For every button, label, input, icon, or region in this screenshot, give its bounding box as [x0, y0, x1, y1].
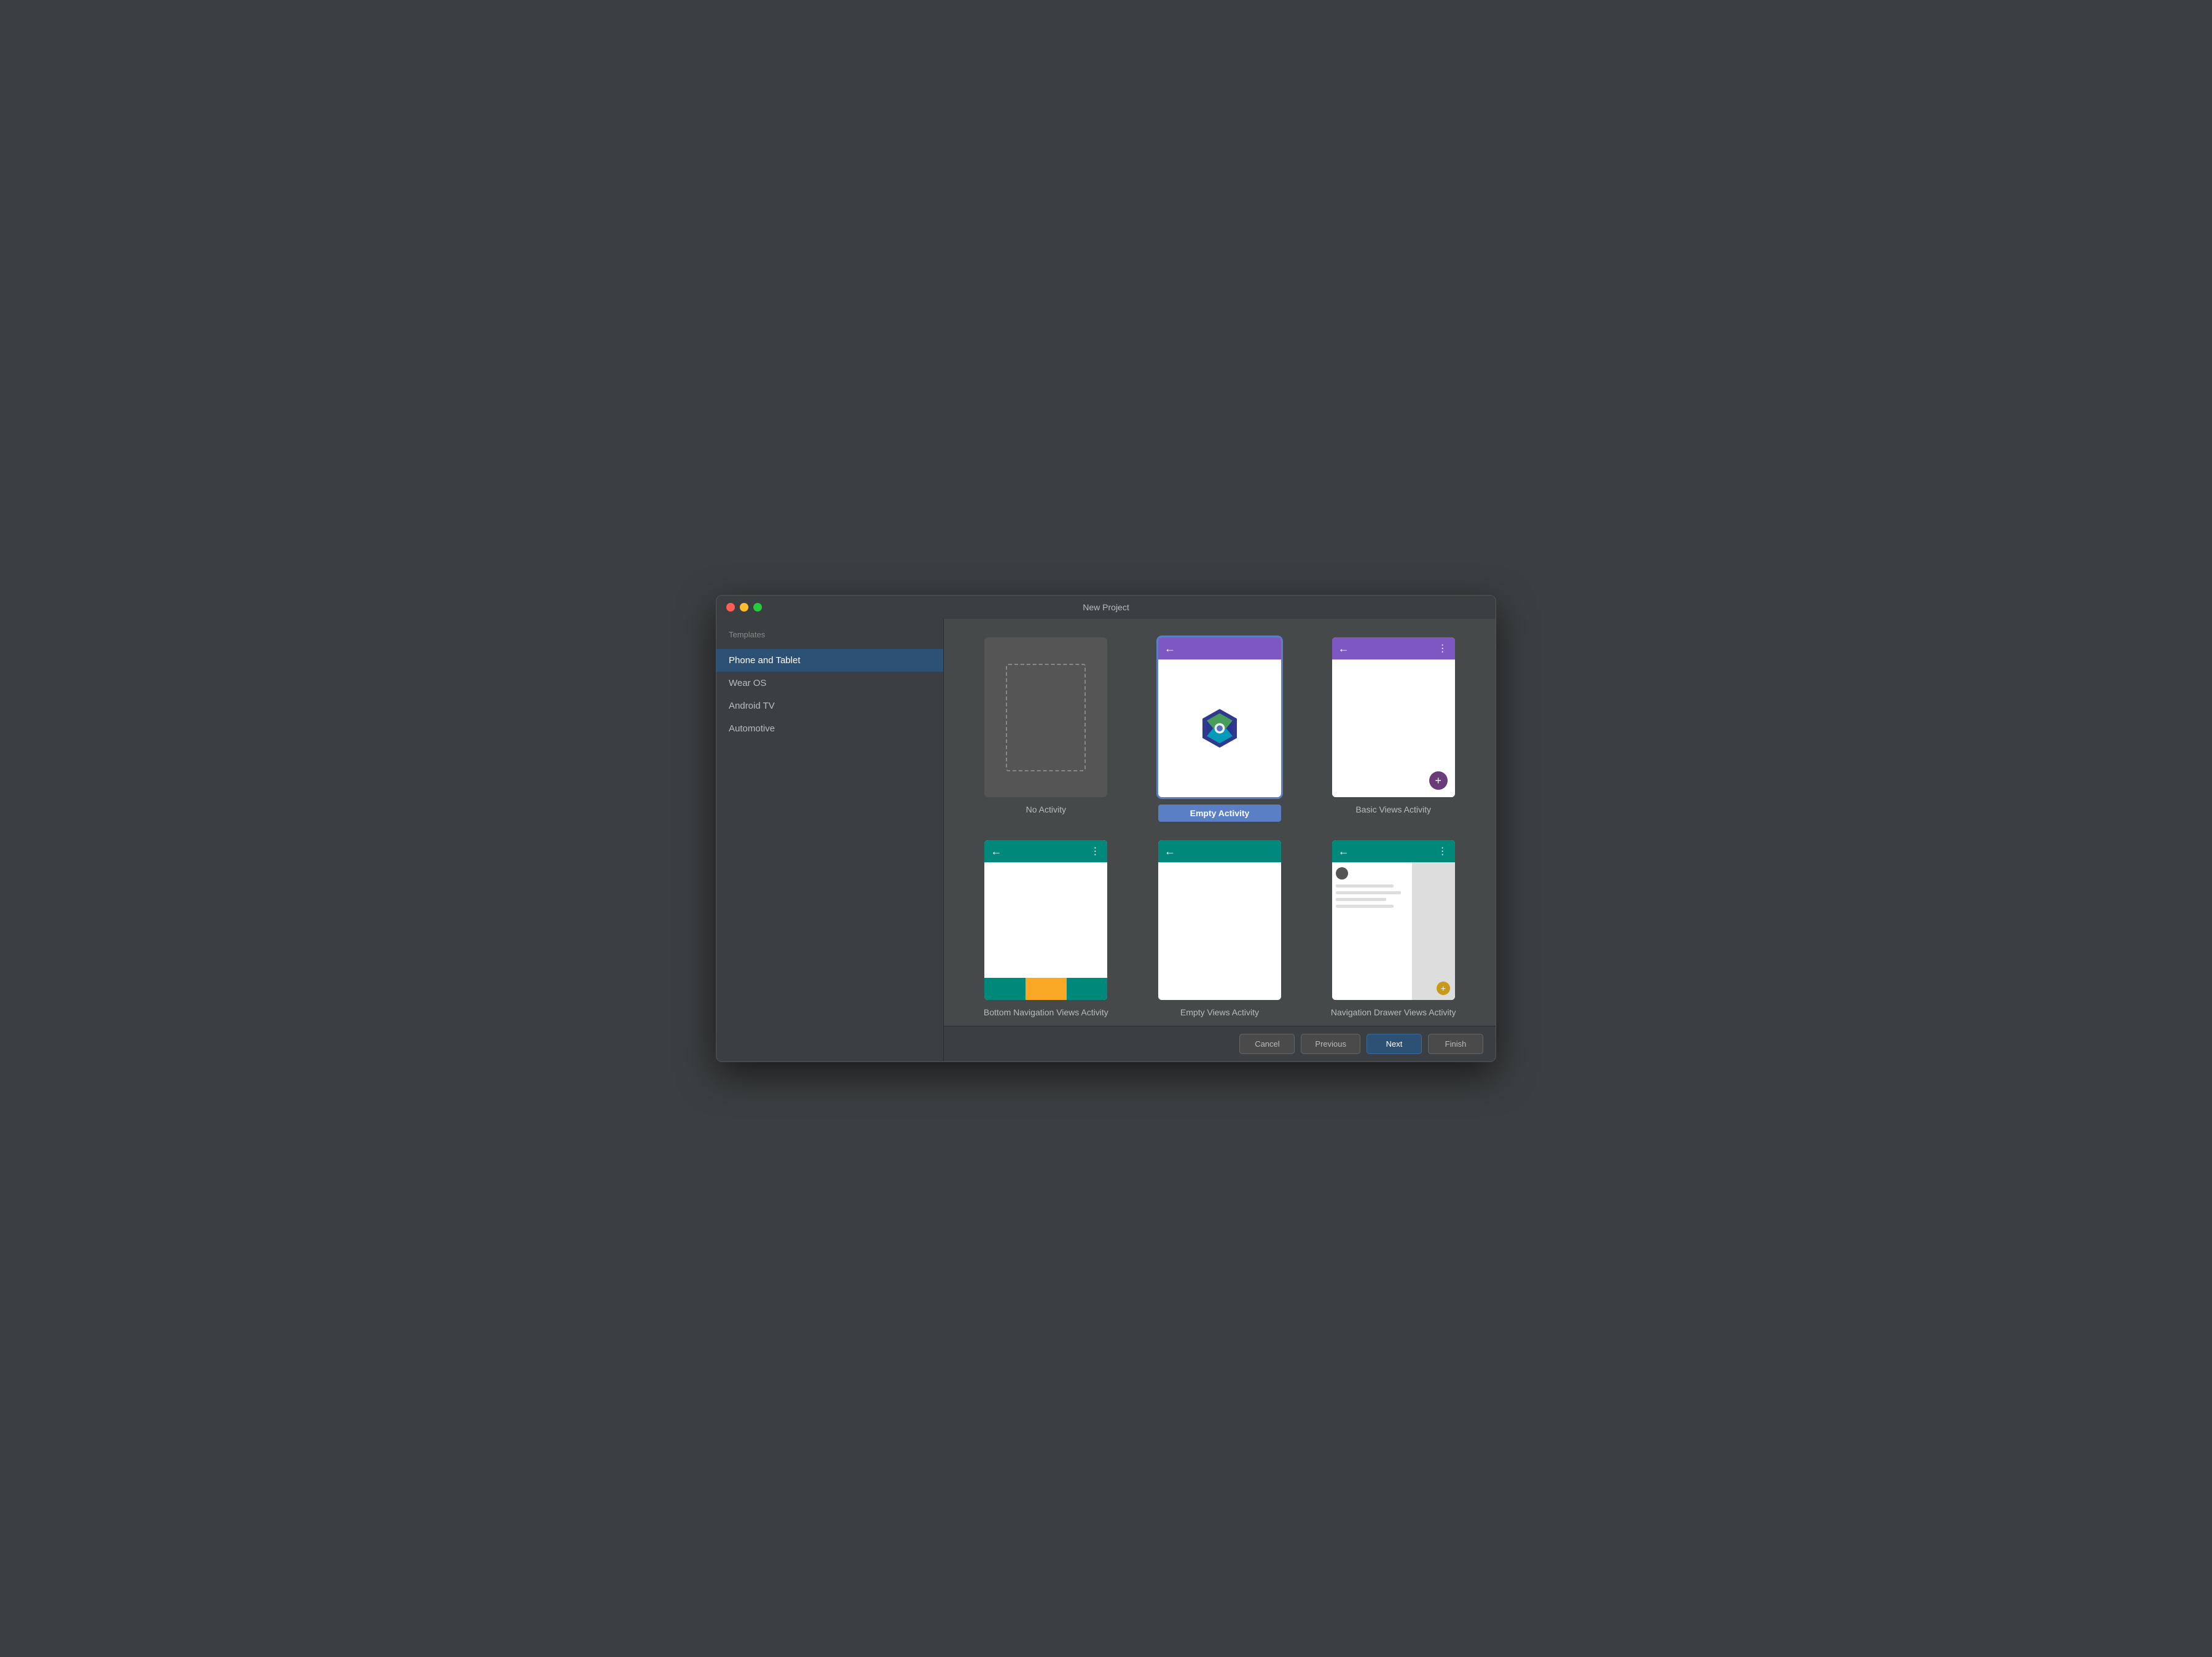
empty-views-body [1158, 862, 1281, 1000]
drawer-line-1 [1336, 884, 1394, 888]
dots-menu-icon: ⋮ [1090, 845, 1101, 857]
drawer-line-3 [1336, 898, 1387, 901]
bottom-nav-phone-mock: ← ⋮ [984, 840, 1107, 1000]
cancel-button[interactable]: Cancel [1239, 1034, 1295, 1054]
drawer-panel [1332, 862, 1412, 1000]
template-no-activity[interactable]: No Activity [968, 637, 1124, 822]
empty-activity-body [1158, 659, 1281, 797]
empty-views-phone-mock: ← [1158, 840, 1281, 1000]
drawer-line-2 [1336, 891, 1401, 894]
drawer-avatar [1336, 867, 1348, 880]
basic-views-bar: ← ⋮ [1332, 637, 1455, 659]
next-button[interactable]: Next [1367, 1034, 1422, 1054]
nav-drawer-fab: + [1437, 982, 1450, 995]
empty-views-label: Empty Views Activity [1180, 1007, 1259, 1017]
new-project-window: New Project Templates Phone and Tablet W… [716, 595, 1496, 1062]
nav-drawer-bar: ← ⋮ [1332, 840, 1455, 862]
back-arrow-icon: ← [1164, 845, 1175, 858]
drawer-line-4 [1336, 905, 1394, 908]
empty-activity-label: Empty Activity [1158, 805, 1281, 822]
sidebar: Templates Phone and Tablet Wear OS Andro… [716, 619, 944, 1061]
sidebar-item-wear-os[interactable]: Wear OS [716, 672, 943, 695]
template-basic-views[interactable]: ← ⋮ + Basic Views Activity [1316, 637, 1471, 822]
back-arrow-icon: ← [1164, 642, 1175, 655]
title-bar: New Project [716, 596, 1496, 619]
back-arrow-icon: ← [1338, 642, 1349, 655]
template-bottom-nav[interactable]: ← ⋮ Bottom Navigation Views Activity [968, 840, 1124, 1017]
basic-views-fab: + [1429, 771, 1448, 790]
basic-views-label: Basic Views Activity [1355, 805, 1431, 814]
no-activity-preview [984, 637, 1107, 797]
empty-activity-preview: ← [1158, 637, 1281, 797]
template-empty-views[interactable]: ← Empty Views Activity [1142, 840, 1298, 1017]
traffic-lights [726, 603, 762, 612]
bottom-nav-footer [984, 978, 1107, 1000]
bottom-nav-bar: ← ⋮ [984, 840, 1107, 862]
bottom-nav-tab-1 [984, 978, 1026, 1000]
sidebar-item-phone-tablet[interactable]: Phone and Tablet [716, 649, 943, 672]
basic-views-preview: ← ⋮ + [1332, 637, 1455, 797]
back-arrow-icon: ← [1338, 845, 1349, 858]
nav-drawer-body: + [1332, 862, 1455, 1000]
window-title: New Project [1083, 602, 1129, 612]
basic-views-body: + [1332, 659, 1455, 797]
sidebar-item-automotive[interactable]: Automotive [716, 717, 943, 740]
bottom-nav-preview: ← ⋮ [984, 840, 1107, 1000]
basic-views-phone-mock: ← ⋮ + [1332, 637, 1455, 797]
sidebar-title: Templates [716, 625, 943, 649]
finish-button[interactable]: Finish [1428, 1034, 1483, 1054]
android-logo [1198, 707, 1241, 750]
bottom-nav-tab-3 [1067, 978, 1108, 1000]
empty-activity-phone-mock: ← [1158, 637, 1281, 797]
empty-views-preview: ← [1158, 840, 1281, 1000]
main-content: Templates Phone and Tablet Wear OS Andro… [716, 619, 1496, 1061]
minimize-button[interactable] [740, 603, 748, 612]
no-activity-label: No Activity [1026, 805, 1066, 814]
nav-drawer-preview: ← ⋮ [1332, 840, 1455, 1000]
close-button[interactable] [726, 603, 735, 612]
bottom-nav-tab-2 [1026, 978, 1067, 1000]
sidebar-item-android-tv[interactable]: Android TV [716, 695, 943, 717]
content-area: No Activity ← [944, 619, 1496, 1061]
empty-views-bar: ← [1158, 840, 1281, 862]
nav-drawer-phone-mock: ← ⋮ [1332, 840, 1455, 1000]
previous-button[interactable]: Previous [1301, 1034, 1360, 1054]
templates-grid: No Activity ← [944, 619, 1496, 1026]
bottom-nav-body [984, 862, 1107, 978]
template-empty-activity[interactable]: ← [1142, 637, 1298, 822]
maximize-button[interactable] [753, 603, 762, 612]
dots-menu-icon: ⋮ [1438, 642, 1449, 655]
back-arrow-icon: ← [990, 845, 1002, 858]
nav-drawer-label: Navigation Drawer Views Activity [1331, 1007, 1456, 1017]
footer: Cancel Previous Next Finish [944, 1026, 1496, 1061]
no-activity-dashed-box [1006, 664, 1086, 771]
template-nav-drawer[interactable]: ← ⋮ [1316, 840, 1471, 1017]
bottom-nav-label: Bottom Navigation Views Activity [984, 1007, 1108, 1017]
empty-activity-bar: ← [1158, 637, 1281, 659]
main-panel-overlay [1412, 862, 1455, 1000]
dots-menu-icon: ⋮ [1438, 845, 1449, 857]
